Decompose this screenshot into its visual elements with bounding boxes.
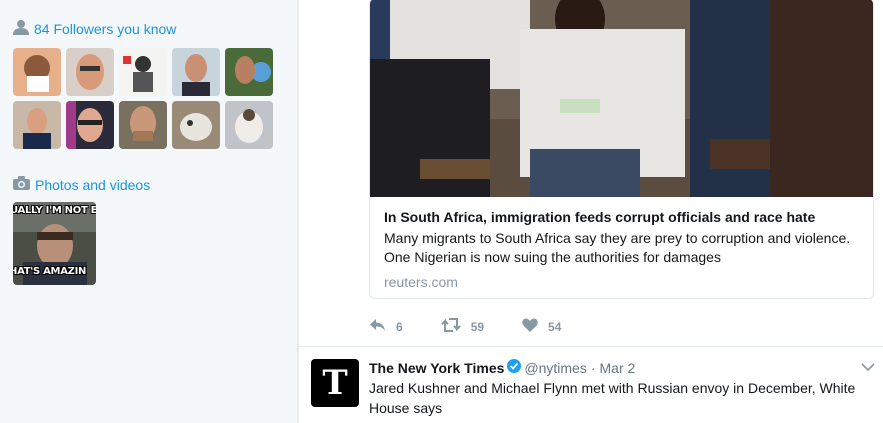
follower-avatar[interactable] [13,101,61,149]
follower-avatar[interactable] [172,48,220,96]
followers-label: 84 Followers you know [34,20,177,37]
link-card[interactable]: In South Africa, immigration feeds corru… [369,0,874,299]
tweet[interactable]: T The New York Times @nytimes · Mar 2 Ja… [299,347,883,423]
chevron-down-icon[interactable] [861,359,875,377]
retweet-count: 59 [470,319,485,334]
follower-avatar[interactable] [13,48,61,96]
author-handle[interactable]: @nytimes [524,360,586,376]
like-count: 54 [548,319,562,334]
card-body: In South Africa, immigration feeds corru… [370,197,873,298]
meme-top-text: UALLY I'M NOT EVEN [13,205,96,216]
tweet-date[interactable]: Mar 2 [600,360,636,376]
card-title: In South Africa, immigration feeds corru… [384,209,816,225]
like-button[interactable]: 54 [522,318,561,335]
tweet-text: Jared Kushner and Michael Flynn met with… [369,380,856,416]
photos-label: Photos and videos [35,176,151,193]
camera-icon [13,176,30,193]
reply-button[interactable]: 6 [369,318,403,335]
followers-you-know-link[interactable]: 84 Followers you know [13,19,176,38]
follower-avatar[interactable] [225,101,273,149]
retweet-icon [440,318,461,335]
follower-avatar[interactable] [66,48,114,96]
meme-bottom-text: HAT'S AMAZIN [13,266,87,277]
user-icon [13,19,29,38]
nyt-logo-glyph: T [322,363,348,403]
follower-avatar[interactable] [119,101,167,149]
photos-and-videos-link[interactable]: Photos and videos [13,176,150,193]
followers-avatar-grid [13,48,275,149]
card-domain: reuters.com [384,274,458,290]
card-description: Many migrants to South Africa say they a… [384,230,851,265]
verified-icon [507,359,522,376]
retweet-button[interactable]: 59 [440,318,485,335]
reply-icon [369,318,386,335]
tweet-header: The New York Times @nytimes · Mar 2 [369,359,635,376]
author-name[interactable]: The New York Times [369,360,504,376]
follower-avatar[interactable] [172,101,220,149]
follower-avatar[interactable] [225,48,273,96]
left-sidebar: 84 Followers you know Photos and videos … [0,0,298,423]
tweet-actions: 6 59 54 [369,318,599,335]
heart-icon [522,318,538,335]
reply-count: 6 [396,319,403,334]
follower-avatar[interactable] [119,48,167,96]
timeline: In South Africa, immigration feeds corru… [299,0,883,423]
card-image [370,0,873,197]
separator: · [590,359,596,376]
photo-thumbnail[interactable]: UALLY I'M NOT EVEN HAT'S AMAZIN [13,202,96,285]
follower-avatar[interactable] [66,101,114,149]
nyt-avatar[interactable]: T [311,359,359,407]
